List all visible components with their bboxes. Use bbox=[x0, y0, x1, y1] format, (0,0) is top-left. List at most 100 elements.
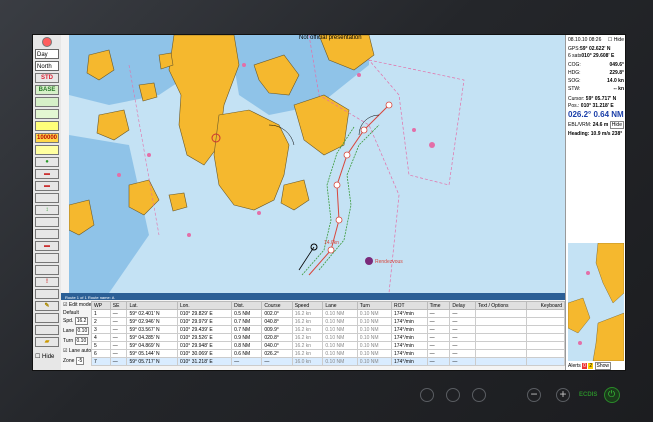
std-button[interactable]: STD bbox=[35, 73, 59, 83]
table-cell: — bbox=[449, 357, 476, 366]
col-rot[interactable]: ROT bbox=[390, 301, 428, 310]
table-row[interactable]: 2—59° 02.946' N 010° 29.979' E 0.7 NM 040.8… bbox=[91, 317, 565, 326]
table-cell: — bbox=[426, 317, 451, 326]
waypoint-marker[interactable] bbox=[335, 216, 343, 224]
tool-button-o[interactable] bbox=[35, 325, 59, 335]
restricted-area bbox=[368, 59, 465, 186]
alerts-show-button[interactable]: Show bbox=[594, 362, 612, 370]
table-cell bbox=[526, 333, 565, 342]
table-cell: 174°/min bbox=[390, 341, 428, 350]
table-cell: — bbox=[109, 341, 128, 350]
orientation-select[interactable]: North bbox=[35, 61, 59, 71]
waypoint-marker[interactable] bbox=[385, 101, 393, 109]
table-row[interactable]: 6—59° 05.144' N 010° 30.069' E 0.6 NM 026.2… bbox=[91, 349, 565, 358]
datetime: 08.10.10 08:26 bbox=[568, 37, 602, 43]
tool-button-i[interactable] bbox=[35, 253, 59, 263]
table-cell: 040.8° bbox=[261, 317, 293, 326]
col-speed[interactable]: Speed bbox=[291, 301, 324, 310]
table-cell bbox=[474, 357, 528, 366]
col-lon[interactable]: Lon. bbox=[176, 301, 233, 310]
table-cell: 010° 29.829' E bbox=[176, 309, 233, 318]
tool-button-f[interactable] bbox=[35, 217, 59, 227]
table-row[interactable]: 4—59° 04.285' N 010° 29.526' E 0.9 NM 020.8… bbox=[91, 333, 565, 342]
overview-map[interactable] bbox=[568, 243, 624, 361]
tool-button-b[interactable]: ● bbox=[35, 157, 59, 167]
table-cell bbox=[526, 325, 565, 334]
table-cell: — bbox=[449, 317, 476, 326]
hardware-button-3[interactable] bbox=[472, 388, 486, 402]
col-wp[interactable]: WP bbox=[91, 301, 111, 310]
edit-mode-toggle[interactable]: ☑ Edit mode bbox=[63, 302, 91, 308]
power-button[interactable]: ⏻ bbox=[604, 387, 620, 403]
chart-layer-button-3[interactable] bbox=[35, 121, 59, 131]
hardware-button-1[interactable] bbox=[420, 388, 434, 402]
gps-lat-row: GPS:59° 02.622' N bbox=[568, 46, 624, 52]
col-lat[interactable]: Lat. bbox=[126, 301, 178, 310]
tool-button-k[interactable]: ! bbox=[35, 277, 59, 287]
table-row[interactable]: 7—59° 05.717' N 010° 31.218' E — —16.0 kn 0.… bbox=[91, 357, 565, 366]
col-se[interactable]: SE bbox=[109, 301, 128, 310]
table-cell: 174°/min bbox=[390, 333, 428, 342]
display-mode-select[interactable]: Day bbox=[35, 49, 59, 59]
col-lane[interactable]: Lane bbox=[322, 301, 358, 310]
waypoint-marker[interactable] bbox=[343, 151, 351, 159]
tool-button-g[interactable] bbox=[35, 229, 59, 239]
col-dist[interactable]: Dist. bbox=[231, 301, 263, 310]
table-row[interactable]: 3—59° 03.567' N 010° 29.439' E 0.7 NM 009.9… bbox=[91, 325, 565, 334]
route-tool-button[interactable]: ↕ bbox=[35, 205, 59, 215]
table-row[interactable]: 5—59° 04.869' N 010° 29.948' E 0.8 NM 040.0… bbox=[91, 341, 565, 350]
col-keyboard[interactable]: Keyboard bbox=[526, 301, 565, 310]
col-time[interactable]: Time bbox=[426, 301, 451, 310]
speed-tag: 14.0kn bbox=[324, 240, 340, 246]
hardware-button-2[interactable] bbox=[446, 388, 460, 402]
waypoint-marker[interactable] bbox=[360, 126, 368, 134]
base-button[interactable]: BASE bbox=[35, 85, 59, 95]
zone-label: Zone bbox=[63, 358, 75, 364]
tool-button-j[interactable] bbox=[35, 265, 59, 275]
table-cell: — bbox=[109, 317, 128, 326]
table-cell: 59° 03.567' N bbox=[126, 325, 178, 334]
table-cell: 010° 29.979' E bbox=[176, 317, 233, 326]
green-dot-icon: ● bbox=[45, 159, 49, 165]
scale-button[interactable]: 100000 bbox=[35, 133, 59, 143]
zoom-in-button[interactable]: + bbox=[556, 388, 570, 402]
table-cell bbox=[526, 317, 565, 326]
nautical-chart[interactable]: Not official presentation 14.0kn Rendezv… bbox=[69, 35, 565, 293]
col-course[interactable]: Course bbox=[261, 301, 293, 310]
zone-input[interactable]: -5 bbox=[75, 357, 85, 365]
hide-toolbar-label[interactable]: ☐ Hide bbox=[35, 353, 54, 360]
table-cell: 16.2 kn bbox=[291, 333, 324, 342]
table-row[interactable]: 1—59° 02.401' N 010° 29.829' E 0.5 NM 002.0… bbox=[91, 309, 565, 318]
tool-button-c[interactable]: ▬ bbox=[35, 169, 59, 179]
turn-input[interactable]: 0.10 bbox=[74, 337, 89, 345]
island bbox=[280, 179, 310, 211]
table-cell bbox=[474, 333, 528, 342]
spd-input[interactable]: 16.2 bbox=[74, 317, 89, 325]
folder-button[interactable]: ▰ bbox=[35, 337, 59, 347]
ecdis-label: ECDIS bbox=[579, 392, 598, 398]
col-text-options[interactable]: Text / Options bbox=[474, 301, 528, 310]
table-cell: — bbox=[449, 333, 476, 342]
tool-button-e[interactable] bbox=[35, 193, 59, 203]
chart-layer-button-2[interactable] bbox=[35, 109, 59, 119]
tool-button-n[interactable] bbox=[35, 313, 59, 323]
alarm-icon[interactable] bbox=[42, 37, 52, 47]
lane-input[interactable]: 0.10 bbox=[75, 327, 90, 335]
col-turn[interactable]: Turn bbox=[356, 301, 392, 310]
hide-panel-toggle[interactable]: ☐ Hide bbox=[608, 37, 624, 43]
buoy-icon bbox=[117, 173, 121, 177]
tool-button-a[interactable] bbox=[35, 145, 59, 155]
tool-button-m[interactable]: ✎ bbox=[35, 301, 59, 311]
col-delay[interactable]: Delay bbox=[449, 301, 476, 310]
lane-auto-toggle[interactable]: ☑ Lane auto bbox=[63, 348, 91, 354]
waypoint-marker[interactable] bbox=[333, 181, 341, 189]
tool-button-d[interactable]: ▬ bbox=[35, 181, 59, 191]
ebl-hide-button[interactable]: Hide bbox=[609, 121, 624, 129]
chart-layer-button[interactable] bbox=[35, 97, 59, 107]
power-icon: ⏻ bbox=[608, 389, 616, 399]
tool-button-l[interactable] bbox=[35, 289, 59, 299]
zoom-out-button[interactable]: − bbox=[527, 388, 541, 402]
table-cell: 0.10 NM bbox=[322, 317, 358, 326]
waypoint-marker[interactable] bbox=[327, 246, 335, 254]
tool-button-h[interactable]: ▬ bbox=[35, 241, 59, 251]
